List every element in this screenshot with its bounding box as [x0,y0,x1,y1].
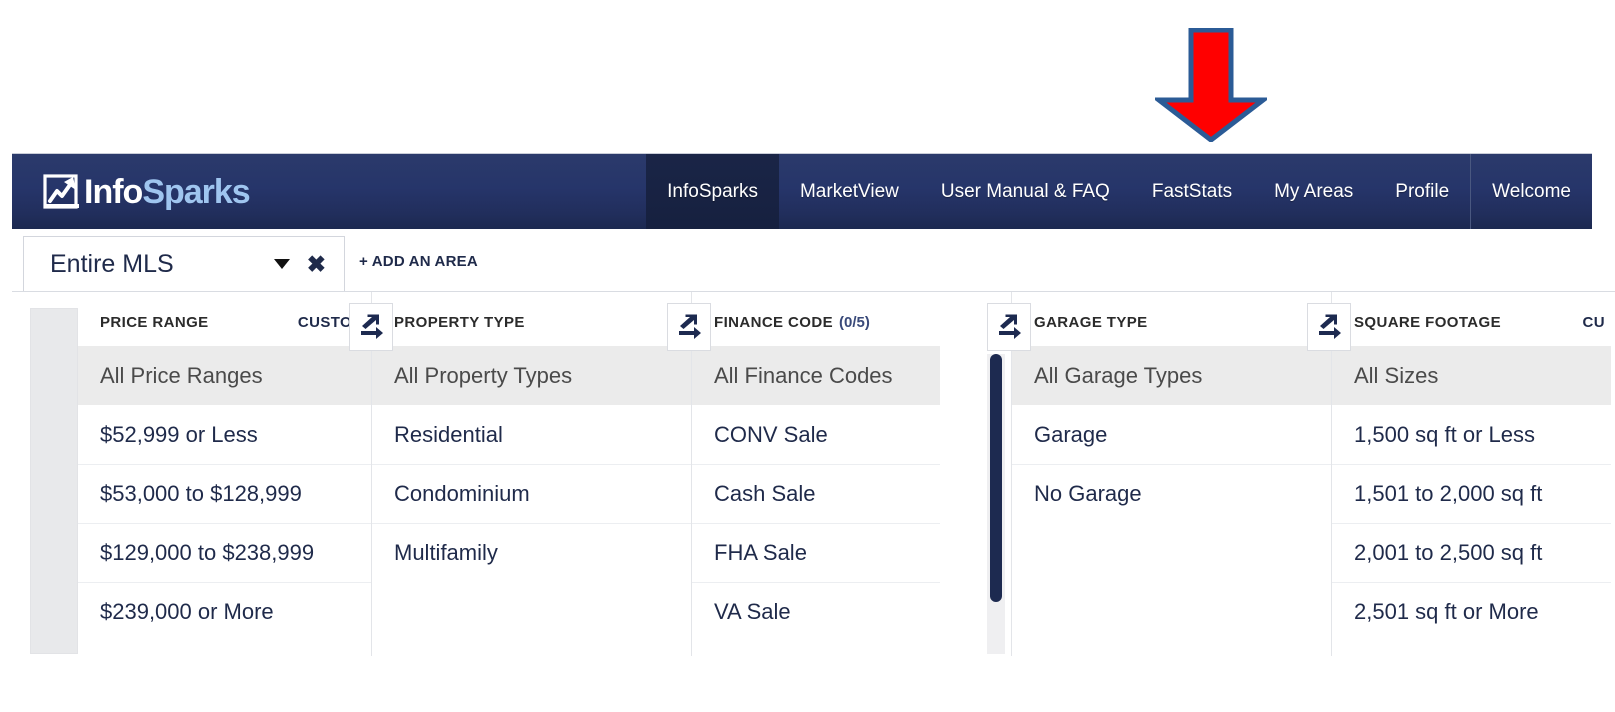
nav-item-profile[interactable]: Profile [1374,154,1470,229]
filter-column-header: PROPERTY TYPE [372,314,691,344]
down-arrow-icon [1155,28,1267,142]
expand-arrows-icon [361,314,383,339]
filter-column-garage-type: GARAGE TYPE All Garage Types Garage No G… [1011,292,1351,656]
expand-button[interactable] [987,303,1031,351]
top-navbar: InfoSparks InfoSparks MarketView User Ma… [12,153,1592,229]
nav-welcome-label[interactable]: Welcome [1471,154,1592,229]
filter-column-title: GARAGE TYPE [1034,314,1148,331]
filter-option[interactable]: FHA Sale [692,523,940,582]
filter-option[interactable]: 1,501 to 2,000 sq ft [1332,464,1611,523]
filter-column-price-range: PRICE RANGE CUSTOM All Price Ranges $52,… [78,292,393,656]
logo-text-info: Info [84,172,143,211]
chevron-down-icon[interactable] [273,259,290,269]
nav-item-marketview[interactable]: MarketView [779,154,920,229]
filter-option-list: All Price Ranges $52,999 or Less $53,000… [78,346,371,641]
filter-option[interactable]: $239,000 or More [78,582,371,641]
expand-arrows-icon [999,314,1021,339]
filter-option-all[interactable]: All Property Types [372,346,691,405]
filter-option-list: All Finance Codes CONV Sale Cash Sale FH… [692,346,940,641]
area-tab[interactable]: Entire MLS ✖ [23,236,345,291]
filter-option-all[interactable]: All Garage Types [1012,346,1331,405]
filter-scrollbar-thumb[interactable] [990,354,1002,602]
custom-label[interactable]: CU [1583,314,1605,331]
filter-option[interactable]: Condominium [372,464,691,523]
expand-arrows-icon [1319,314,1341,339]
filter-option-all[interactable]: All Sizes [1332,346,1611,405]
expand-button[interactable] [667,303,711,351]
filter-option-list: All Sizes 1,500 sq ft or Less 1,501 to 2… [1332,346,1611,641]
filter-column-count: (0/5) [838,314,870,331]
filter-column-title: PROPERTY TYPE [394,314,525,331]
area-selector-bar: Entire MLS ✖ + ADD AN AREA [12,229,1592,291]
filter-option[interactable]: VA Sale [692,582,940,641]
filter-option-all[interactable]: All Finance Codes [692,346,940,405]
app-logo[interactable]: InfoSparks [12,154,251,229]
filter-option[interactable]: Residential [372,405,691,464]
infosparks-page: InfoSparks InfoSparks MarketView User Ma… [0,0,1615,712]
filter-column-finance-code: FINANCE CODE (0/5) All Finance Codes CON… [691,292,1031,656]
filter-option[interactable]: $53,000 to $128,999 [78,464,371,523]
filter-column-property-type: PROPERTY TYPE All Property Types Residen… [371,292,711,656]
logo-text-sparks: Sparks [142,172,250,211]
filter-option-list: All Property Types Residential Condomini… [372,346,691,582]
nav-item-infosparks[interactable]: InfoSparks [646,154,779,229]
nav-item-my-areas[interactable]: My Areas [1253,154,1374,229]
filter-column-title: SQUARE FOOTAGE [1354,314,1501,331]
chart-arrow-icon [43,173,79,209]
filter-option[interactable]: No Garage [1012,464,1331,523]
filter-option[interactable]: 2,001 to 2,500 sq ft [1332,523,1611,582]
nav-item-faststats[interactable]: FastStats [1131,154,1253,229]
filter-option[interactable]: 1,500 sq ft or Less [1332,405,1611,464]
filter-option[interactable]: $129,000 to $238,999 [78,523,371,582]
filter-option[interactable]: Multifamily [372,523,691,582]
filter-column-header: SQUARE FOOTAGE CU [1332,314,1611,344]
filter-column-header: FINANCE CODE (0/5) [692,314,1011,344]
filter-columns: PRICE RANGE CUSTOM All Price Ranges $52,… [12,291,1615,656]
expand-button[interactable] [349,303,393,351]
add-an-area-button[interactable]: + ADD AN AREA [359,253,478,270]
filter-option-all[interactable]: All Price Ranges [78,346,371,405]
area-name-label: Entire MLS [50,249,174,278]
page-scrollbar-track[interactable] [30,308,78,654]
filter-option-list: All Garage Types Garage No Garage [1012,346,1331,523]
filter-option[interactable]: 2,501 sq ft or More [1332,582,1611,641]
filter-column-header: PRICE RANGE CUSTOM [78,314,371,344]
filter-column-title: PRICE RANGE [100,314,209,331]
filter-option[interactable]: Garage [1012,405,1331,464]
filter-option[interactable]: CONV Sale [692,405,940,464]
filter-column-header: GARAGE TYPE [1012,314,1331,344]
filter-scrollbar-track[interactable] [987,354,1005,654]
filter-column-title: FINANCE CODE [714,314,833,331]
nav-links: InfoSparks MarketView User Manual & FAQ … [646,154,1592,229]
filter-option[interactable]: $52,999 or Less [78,405,371,464]
close-icon[interactable]: ✖ [307,252,326,276]
nav-item-user-manual-faq[interactable]: User Manual & FAQ [920,154,1131,229]
filter-option[interactable]: Cash Sale [692,464,940,523]
expand-arrows-icon [679,314,701,339]
logo-wordmark: InfoSparks [84,172,251,211]
expand-button[interactable] [1307,303,1351,351]
filter-column-square-footage: SQUARE FOOTAGE CU All Sizes 1,500 sq ft … [1331,292,1611,656]
